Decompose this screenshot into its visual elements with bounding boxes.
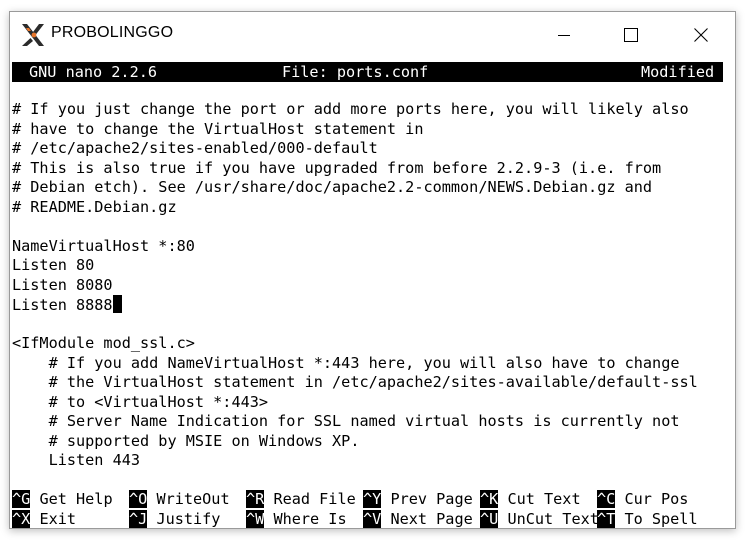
editor-line: Listen 8080 bbox=[12, 275, 113, 294]
nano-version: GNU nano 2.2.6 bbox=[29, 63, 158, 81]
editor-line: # /etc/apache2/sites-enabled/000-default bbox=[12, 139, 378, 157]
shortcut-key: ^V bbox=[363, 510, 382, 528]
editor-line: Listen 80 bbox=[12, 256, 95, 274]
shortcut-key: ^Y bbox=[363, 490, 382, 508]
shortcut-key: ^J bbox=[129, 510, 148, 528]
shortcut-label: WriteOut bbox=[147, 490, 230, 508]
shortcut-uncut-text[interactable]: ^U UnCut Text bbox=[480, 509, 599, 528]
editor-line: NameVirtualHost *:80 bbox=[12, 236, 195, 255]
shortcut-label: Justify bbox=[147, 510, 221, 528]
editor-line: # If you add NameVirtualHost *:443 here,… bbox=[12, 353, 680, 372]
shortcut-key: ^W bbox=[246, 510, 265, 528]
shortcut-key: ^U bbox=[480, 510, 499, 528]
editor-line: # Debian etch). See /usr/share/doc/apach… bbox=[12, 178, 653, 196]
editor-line: # the VirtualHost statement in /etc/apac… bbox=[12, 373, 698, 391]
shortcut-key: ^C bbox=[597, 490, 616, 508]
shortcut-cur-pos[interactable]: ^C Cur Pos bbox=[597, 489, 688, 509]
shortcut-read-file[interactable]: ^R Read File bbox=[246, 489, 356, 509]
editor-line: # have to change the VirtualHost stateme… bbox=[12, 119, 424, 138]
editor-line: # This is also true if you have upgraded… bbox=[12, 158, 662, 177]
editor-line: <IfModule mod_ssl.c> bbox=[12, 334, 195, 352]
editor-line: # to <VirtualHost *:443> bbox=[12, 392, 269, 411]
shortcut-where-is[interactable]: ^W Where Is bbox=[246, 509, 347, 528]
shortcut-label: Cut Text bbox=[498, 490, 581, 508]
shortcut-label: Where Is bbox=[264, 510, 347, 528]
shortcut-label: Prev Page bbox=[381, 490, 473, 508]
shortcut-label: Cur Pos bbox=[615, 490, 689, 508]
minimize-button[interactable] bbox=[541, 12, 587, 58]
shortcut-label: Read File bbox=[264, 490, 356, 508]
shortcut-label: To Spell bbox=[615, 510, 698, 528]
close-button[interactable] bbox=[678, 12, 724, 58]
shortcut-key: ^O bbox=[129, 490, 148, 508]
editor-line: # Server Name Indication for SSL named v… bbox=[12, 412, 680, 430]
shortcut-key: ^K bbox=[480, 490, 499, 508]
shortcut-next-page[interactable]: ^V Next Page bbox=[363, 509, 473, 528]
shortcut-justify[interactable]: ^J Justify bbox=[129, 509, 221, 528]
shortcut-label: UnCut Text bbox=[498, 510, 599, 528]
shortcut-key: ^R bbox=[246, 490, 265, 508]
editor-line-with-cursor: Listen 8888 bbox=[12, 295, 122, 315]
editor-line: # supported by MSIE on Windows XP. bbox=[12, 431, 360, 450]
shortcut-key: ^G bbox=[12, 490, 31, 508]
maximize-button[interactable] bbox=[608, 12, 654, 58]
shortcut-label: Next Page bbox=[381, 510, 473, 528]
shortcut-cut-text[interactable]: ^K Cut Text bbox=[480, 489, 581, 509]
nano-status: Modified bbox=[641, 63, 715, 81]
maximize-icon bbox=[624, 28, 638, 42]
nano-header-bar: GNU nano 2.2.6 File: ports.conf Modified bbox=[12, 62, 723, 82]
shortcut-key: ^T bbox=[597, 510, 616, 528]
xming-x-logo-icon bbox=[22, 24, 44, 46]
shortcut-writeout[interactable]: ^O WriteOut bbox=[129, 489, 230, 509]
editor-line-text: Listen 8888 bbox=[12, 296, 113, 314]
title-bar[interactable]: PROBOLINGGO bbox=[10, 12, 735, 58]
text-cursor bbox=[112, 295, 122, 313]
window-title: PROBOLINGGO bbox=[51, 24, 174, 41]
shortcut-get-help[interactable]: ^G Get Help bbox=[12, 489, 113, 509]
terminal-window: PROBOLINGGO GNU nano 2.2.6 File: ports.c… bbox=[9, 11, 736, 529]
shortcut-key: ^X bbox=[12, 510, 31, 528]
shortcut-exit[interactable]: ^X Exit bbox=[12, 509, 77, 528]
editor-line: # README.Debian.gz bbox=[12, 197, 177, 216]
close-icon bbox=[694, 28, 708, 42]
shortcut-label: Exit bbox=[30, 510, 77, 528]
minimize-icon bbox=[558, 35, 570, 36]
nano-file-name: File: ports.conf bbox=[282, 63, 429, 81]
editor-line: Listen 443 bbox=[12, 451, 141, 469]
shortcut-to-spell[interactable]: ^T To Spell bbox=[597, 509, 698, 528]
shortcut-label: Get Help bbox=[30, 490, 113, 508]
terminal-area[interactable]: GNU nano 2.2.6 File: ports.conf Modified… bbox=[12, 60, 729, 528]
editor-line: # If you just change the port or add mor… bbox=[12, 100, 689, 118]
shortcut-prev-page[interactable]: ^Y Prev Page bbox=[363, 489, 473, 509]
